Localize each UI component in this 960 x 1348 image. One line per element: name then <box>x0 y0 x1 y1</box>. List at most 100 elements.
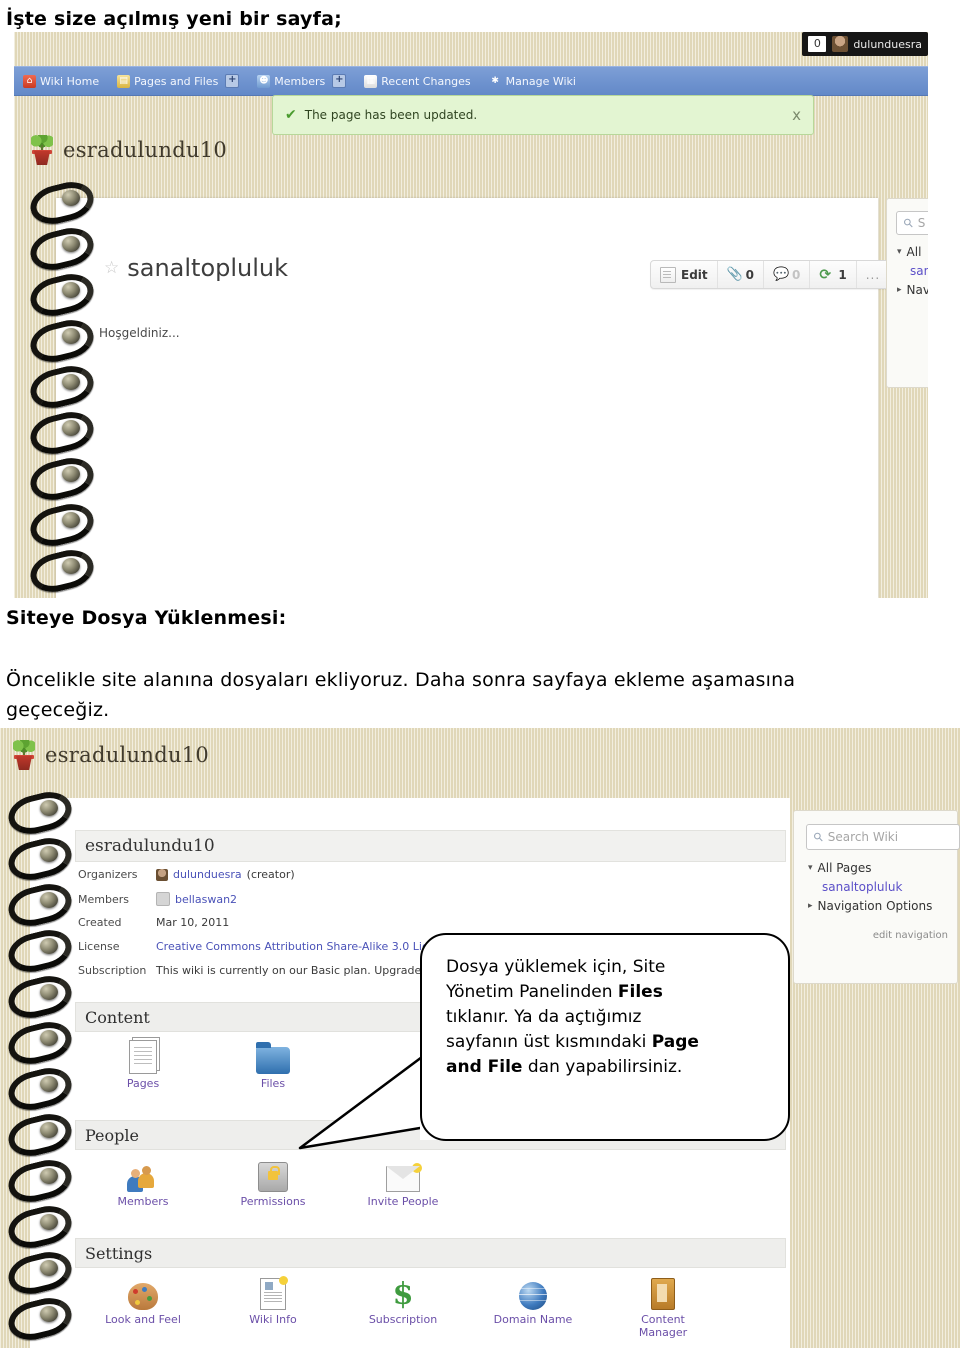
more-actions-button[interactable]: ... <box>857 261 889 288</box>
close-icon[interactable]: x <box>792 106 801 124</box>
tree-label: san <box>910 264 928 278</box>
nav-label: Manage Wiki <box>505 74 576 88</box>
dollar-icon: $ <box>392 1277 414 1312</box>
tree-item-navigation-options[interactable]: ▸ Nav <box>897 281 928 300</box>
tile-members[interactable]: Members <box>100 1156 186 1208</box>
tree-item-sanaltopluluk[interactable]: sanaltopluluk <box>808 878 948 897</box>
edit-label: Edit <box>681 267 708 282</box>
creator-suffix: (creator) <box>246 868 295 881</box>
add-member-button[interactable]: + <box>332 74 347 88</box>
history-button[interactable]: ⟳ 1 <box>810 261 857 288</box>
plant-logo-icon <box>30 135 54 165</box>
pages-icon: ▤ <box>117 74 131 88</box>
tree-item-navigation-options[interactable]: ▸ Navigation Options <box>808 897 948 916</box>
nav-item-recent-changes[interactable]: ▦ Recent Changes <box>355 67 479 95</box>
user-avatar-gray-icon <box>156 892 170 906</box>
content-manager-icon <box>620 1274 706 1310</box>
info-row-members: Members bellaswan2 <box>78 892 237 906</box>
info-row-created: Created Mar 10, 2011 <box>78 916 229 929</box>
nav-label: Members <box>274 74 326 88</box>
tile-permissions[interactable]: Permissions <box>230 1156 316 1208</box>
page-title: ☆ sanaltopluluk <box>104 254 288 282</box>
attachments-count: 0 <box>745 267 754 282</box>
members-icon <box>100 1156 186 1192</box>
nav-item-manage-wiki[interactable]: ✱ Manage Wiki <box>480 67 585 95</box>
tree-label: Navigation Options <box>817 899 933 913</box>
nav-label: Wiki Home <box>40 74 100 88</box>
edit-button[interactable]: Edit <box>651 261 718 288</box>
row-label: Subscription <box>78 964 147 977</box>
organizer-link[interactable]: dulunduesra <box>173 868 242 881</box>
palette-icon <box>100 1274 186 1310</box>
wiki-name: esradulundu10 <box>63 138 228 162</box>
page-content-text: Hoşgeldiniz... <box>99 326 180 340</box>
chevron-right-icon: ▸ <box>897 285 902 295</box>
callout-text: Dosya yüklemek için, Site Yönetim Paneli… <box>446 955 776 1080</box>
wiki-brand[interactable]: esradulundu10 <box>30 135 227 165</box>
tile-invite-people[interactable]: Invite People <box>360 1156 446 1208</box>
nav-item-members[interactable]: ☻ Members + <box>248 67 355 95</box>
chevron-down-icon: ▾ <box>897 247 902 257</box>
body-line-2: geçeceğiz. <box>6 699 110 721</box>
tree-item-page-link[interactable]: san <box>897 262 928 281</box>
admin-sidebar: ⚲ Search Wiki ▾ All Pages sanaltopluluk … <box>793 810 960 984</box>
tile-content-manager[interactable]: Content Manager <box>620 1274 706 1339</box>
members-icon: ☻ <box>257 74 271 88</box>
callout-line-4: sayfanın üst kısmındaki Page <box>446 1032 699 1052</box>
search-icon: ⚲ <box>900 214 917 232</box>
tile-label: Content Manager <box>638 1313 688 1339</box>
edit-navigation-link[interactable]: edit navigation <box>808 926 948 945</box>
wiki-navbar: ⌂ Wiki Home ▤ Pages and Files + ☻ Member… <box>14 66 928 96</box>
body-line-1: Öncelikle site alanına dosyaları ekliyor… <box>6 669 796 691</box>
tree-label: sanaltopluluk <box>822 880 903 894</box>
created-date: Mar 10, 2011 <box>156 916 230 929</box>
more-label: ... <box>865 267 881 282</box>
comments-button[interactable]: 💬 0 <box>764 261 811 288</box>
flash-message: ✔ The page has been updated. x <box>272 95 814 135</box>
chevron-right-icon: ▸ <box>808 901 813 911</box>
tree-item-all-pages[interactable]: ▾ All Pages <box>808 859 948 878</box>
paperclip-icon: 📎 <box>726 266 743 282</box>
plant-logo-icon <box>12 740 36 770</box>
nav-item-wiki-home[interactable]: ⌂ Wiki Home <box>14 67 108 95</box>
wiki-info-icon <box>230 1274 316 1310</box>
callout-line-1: Dosya yüklemek için, Site <box>446 957 666 977</box>
nav-label: Recent Changes <box>381 74 471 88</box>
tile-label: Wiki Info <box>249 1313 297 1326</box>
tile-domain-name[interactable]: Domain Name <box>490 1274 576 1326</box>
tile-look-and-feel[interactable]: Look and Feel <box>100 1274 186 1326</box>
username-label[interactable]: dulunduesra <box>853 38 922 51</box>
wiki-brand-2[interactable]: esradulundu10 <box>12 740 209 770</box>
tile-subscription[interactable]: $ Subscription <box>360 1274 446 1327</box>
wiki-info-header: esradulundu10 <box>75 830 786 862</box>
tile-label: Subscription <box>368 1313 438 1326</box>
tile-pages[interactable]: Pages <box>100 1038 186 1090</box>
pages-icon <box>100 1038 186 1074</box>
history-count: 1 <box>838 267 847 282</box>
section-header-settings: Settings <box>75 1238 786 1268</box>
star-icon[interactable]: ☆ <box>104 258 119 278</box>
nav-item-pages-and-files[interactable]: ▤ Pages and Files + <box>108 67 248 95</box>
user-badge[interactable]: 0 dulunduesra <box>802 32 928 56</box>
annotation-callout: Dosya yüklemek için, Site Yönetim Paneli… <box>280 930 800 1155</box>
intro-line: İşte size açılmış yeni bir sayfa; <box>6 8 342 30</box>
navigation-tree: ▾ All san ▸ Nav <box>897 243 928 300</box>
search-input[interactable]: ⚲ S <box>896 211 928 235</box>
edit-icon <box>660 266 676 283</box>
gear-icon: ✱ <box>491 75 499 86</box>
wiki-page-body: ☆ sanaltopluluk Hoşgeldiniz... Edit 📎 0 … <box>56 198 891 598</box>
tree-item-all-pages[interactable]: ▾ All <box>897 243 928 262</box>
page-title-text: sanaltopluluk <box>127 254 289 282</box>
member-link[interactable]: bellaswan2 <box>175 893 237 906</box>
notification-count[interactable]: 0 <box>808 36 827 52</box>
add-page-button[interactable]: + <box>225 74 240 88</box>
calendar-icon: ▦ <box>364 74 378 88</box>
tree-label: All Pages <box>817 861 872 875</box>
search-input[interactable]: ⚲ Search Wiki <box>806 824 960 850</box>
tile-label: Pages <box>126 1077 160 1090</box>
attachments-button[interactable]: 📎 0 <box>718 261 764 288</box>
user-avatar-icon <box>156 868 168 881</box>
check-icon: ✔ <box>285 107 297 123</box>
tile-wiki-info[interactable]: Wiki Info <box>230 1274 316 1326</box>
row-label: Members <box>78 892 129 906</box>
